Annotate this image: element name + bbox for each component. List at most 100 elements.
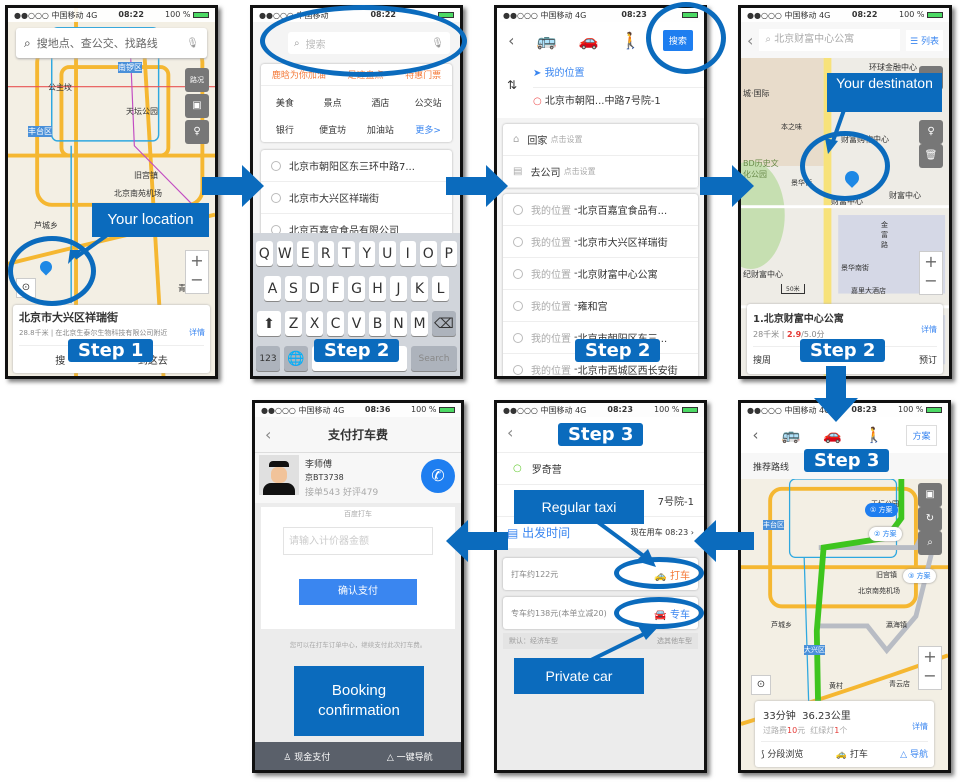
globe-key[interactable]: 🌐 (284, 346, 308, 371)
search-input[interactable]: ⌕ 北京财富中心公寓 (759, 29, 901, 51)
layers-button[interactable]: ▣ (185, 94, 209, 118)
keyboard-key[interactable]: T (338, 241, 355, 266)
keyboard-key[interactable]: R (317, 241, 334, 266)
bus-tab-icon[interactable]: 🚌 (781, 426, 800, 444)
category-more[interactable]: 更多> (404, 123, 452, 136)
back-icon[interactable]: ‹ (747, 31, 753, 50)
zoom-out-button[interactable]: − (186, 270, 208, 289)
keyboard-key[interactable]: D (306, 276, 323, 301)
category-hotel[interactable]: 酒店 (357, 96, 405, 109)
keyboard-key[interactable]: J (390, 276, 407, 301)
keyboard-key[interactable]: Q (256, 241, 273, 266)
history-item[interactable]: 我的位置 - 北京市大兴区祥瑞街 (503, 226, 698, 258)
back-icon[interactable]: ‹ (507, 423, 513, 442)
zoom-in-button[interactable]: + (920, 252, 942, 271)
plans-button[interactable]: 方案 (906, 424, 937, 446)
search-nearby-button[interactable]: 搜 (55, 352, 65, 367)
keyboard-key[interactable]: W (276, 241, 293, 266)
keyboard-key[interactable]: H (369, 276, 386, 301)
details-link[interactable]: 详情 (921, 324, 937, 335)
keyboard-key[interactable]: M (411, 311, 428, 336)
details-link[interactable]: 详情 (912, 721, 928, 732)
keyboard-key[interactable]: F (327, 276, 344, 301)
locate-button[interactable]: ⊙ (751, 675, 771, 695)
layers-button[interactable]: ▣ (918, 483, 942, 507)
car-tab-icon[interactable]: 🚗 (579, 31, 599, 50)
category-bus-stop[interactable]: 公交站 (404, 96, 452, 109)
one-click-navigation-button[interactable]: △ 一键导航 (387, 750, 433, 763)
search-nearby-button[interactable]: 搜周 (753, 353, 771, 366)
home-shortcut[interactable]: ⌂ 回家 点击设置 (503, 124, 698, 156)
walk-tab-icon[interactable]: 🚶 (621, 31, 641, 50)
origin-field[interactable]: ○ 罗奇营 (497, 453, 704, 485)
work-shortcut[interactable]: ▤ 去公司 点击设置 (503, 156, 698, 188)
search-bar[interactable]: ⌕ 搜地点、查公交、找路线 🎙 (16, 28, 207, 58)
shift-key[interactable]: ⬆ (257, 311, 281, 336)
keyboard-key[interactable]: I (399, 241, 416, 266)
street-view-button[interactable]: ♀ (919, 120, 943, 144)
route-option-3[interactable]: ③ 方案 (903, 569, 936, 583)
category-gas[interactable]: 加油站 (357, 123, 405, 136)
keyboard-key[interactable]: B (369, 311, 386, 336)
cash-payment-button[interactable]: ♙ 现金支付 (283, 750, 330, 763)
numbers-key[interactable]: 123 (256, 346, 280, 371)
keyboard-key[interactable]: E (297, 241, 314, 266)
route-option-1[interactable]: ① 方案 (865, 503, 898, 517)
zoom-out-button[interactable]: − (920, 271, 942, 290)
taxi-button[interactable]: 🚕 打车 (836, 747, 868, 760)
back-icon[interactable]: ‹ (508, 31, 514, 50)
keyboard-key[interactable]: U (379, 241, 396, 266)
history-item[interactable]: 我的位置 - 北京百嘉宜食品有... (503, 194, 698, 226)
details-link[interactable]: 详情 (189, 327, 205, 338)
category-sights[interactable]: 景点 (309, 96, 357, 109)
keyboard-key[interactable]: Y (358, 241, 375, 266)
keyboard-key[interactable]: K (411, 276, 428, 301)
trash-button[interactable]: 🗑 (919, 144, 943, 168)
zoom-in-button[interactable]: + (919, 647, 941, 666)
amount-input[interactable]: 请输入计价器金额 (283, 527, 433, 555)
keyboard-key[interactable]: S (285, 276, 302, 301)
zoom-in-button[interactable]: + (186, 251, 208, 270)
walk-tab-icon[interactable]: 🚶 (865, 426, 884, 444)
search-key[interactable]: Search (411, 346, 457, 371)
traffic-button[interactable]: 路况 (185, 68, 209, 92)
keyboard-key[interactable]: G (348, 276, 365, 301)
zoom-out-button[interactable]: − (919, 666, 941, 685)
navigate-button[interactable]: △ 导航 (900, 747, 928, 760)
category-bank[interactable]: 银行 (261, 123, 309, 136)
street-view-button[interactable]: ♀ (185, 120, 209, 144)
refresh-button[interactable]: ↻ (918, 507, 942, 531)
back-icon[interactable]: ‹ (752, 426, 758, 444)
keyboard-key[interactable]: O (420, 241, 437, 266)
history-item[interactable]: 北京市大兴区祥瑞街 (261, 182, 452, 214)
car-tab-icon[interactable]: 🚗 (823, 426, 842, 444)
keyboard-key[interactable]: L (432, 276, 449, 301)
keyboard-key[interactable]: P (440, 241, 457, 266)
route-option-2[interactable]: ② 方案 (869, 527, 902, 541)
history-item[interactable]: 北京市朝阳区东三环中路7... (261, 150, 452, 182)
route-summary-card[interactable]: 33分钟 36.23公里 过路费10元 红绿灯1个 详情 ⟆ 分段浏览 🚕 打车… (755, 701, 934, 767)
swap-icon[interactable]: ⇅ (507, 78, 517, 92)
history-item[interactable]: 我的位置 - 雍和宫 (503, 290, 698, 322)
bus-tab-icon[interactable]: 🚌 (537, 31, 557, 50)
segment-browse-button[interactable]: ⟆ 分段浏览 (761, 747, 803, 760)
back-icon[interactable]: ‹ (265, 425, 271, 444)
category-bianyifang[interactable]: 便宜坊 (309, 123, 357, 136)
confirm-payment-button[interactable]: 确认支付 (299, 579, 417, 605)
keyboard-key[interactable]: X (306, 311, 323, 336)
keyboard-key[interactable]: N (390, 311, 407, 336)
keyboard-key[interactable]: V (348, 311, 365, 336)
backspace-key[interactable]: ⌫ (432, 311, 456, 336)
destination-field[interactable]: ○ 北京市朝阳...中路7号院-1 (533, 88, 704, 107)
search-input[interactable]: 搜地点、查公交、找路线 (37, 35, 187, 51)
call-button[interactable]: ✆ (421, 459, 455, 493)
list-button[interactable]: ☰ 列表 (906, 29, 943, 51)
microphone-icon[interactable]: 🎙 (186, 38, 199, 49)
book-button[interactable]: 预订 (919, 353, 937, 366)
keyboard-key[interactable]: C (327, 311, 344, 336)
keyboard-key[interactable]: A (264, 276, 281, 301)
category-food[interactable]: 美食 (261, 96, 309, 109)
keyboard-key[interactable]: Z (285, 311, 302, 336)
zoom-search-button[interactable]: ⌕ (918, 531, 942, 555)
history-item[interactable]: 我的位置 - 北京财富中心公寓 (503, 258, 698, 290)
